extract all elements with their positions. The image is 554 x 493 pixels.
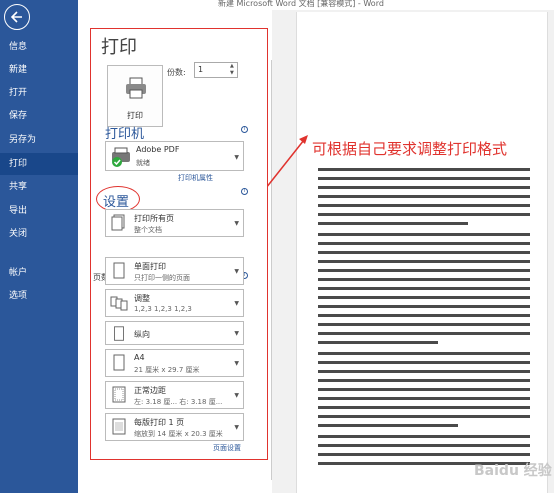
pages-per-sheet-label: 每版打印 1 页	[134, 418, 185, 427]
printer-heading: 打印机	[105, 127, 145, 142]
copies-label: 份数:	[167, 68, 186, 77]
chevron-down-icon: ▼	[234, 392, 239, 399]
paper-size-select[interactable]: A4 21 厘米 x 29.7 厘米 ▼	[105, 349, 244, 377]
collate-icon	[110, 296, 128, 311]
margins-label: 正常边距	[134, 386, 166, 395]
copies-up-icon[interactable]: ▲	[230, 64, 236, 69]
sides-detail: 只打印一侧的页面	[134, 274, 190, 282]
margins-select[interactable]: 正常边距 左: 3.18 厘... 右: 3.18 厘... ▼	[105, 381, 244, 409]
orientation-select[interactable]: 纵向 ▼	[105, 321, 244, 345]
paper-size-detail: 21 厘米 x 29.7 厘米	[134, 366, 200, 374]
chevron-down-icon: ▼	[234, 360, 239, 367]
chevron-down-icon: ▼	[234, 424, 239, 431]
settings-heading: 设置	[103, 195, 130, 210]
margins-icon	[112, 386, 126, 403]
chevron-down-icon: ▼	[234, 154, 239, 161]
printer-properties-link[interactable]: 打印机属性	[178, 173, 213, 183]
print-range-label: 打印所有页	[134, 214, 174, 223]
print-range-select[interactable]: 打印所有页 整个文档 ▼	[105, 209, 244, 237]
sides-label: 单面打印	[134, 262, 166, 271]
pdf-printer-icon	[112, 147, 130, 167]
page-setup-link[interactable]: 页面设置	[213, 443, 241, 453]
printer-info-icon[interactable]: i	[241, 126, 248, 133]
pages-per-sheet-detail: 缩放到 14 厘米 x 20.3 厘米	[134, 430, 223, 438]
chevron-down-icon: ▼	[234, 330, 239, 337]
chevron-down-icon: ▼	[234, 268, 239, 275]
pages-per-sheet-select[interactable]: 每版打印 1 页 缩放到 14 厘米 x 20.3 厘米 ▼	[105, 413, 244, 441]
settings-info-icon[interactable]: i	[241, 188, 248, 195]
print-button-label: 打印	[127, 111, 143, 120]
printer-name: Adobe PDF	[136, 145, 180, 154]
print-range-detail: 整个文档	[134, 226, 162, 234]
paper-size-icon	[113, 354, 125, 371]
chevron-down-icon: ▼	[234, 300, 239, 307]
copies-stepper[interactable]: 1 ▲ ▼	[194, 62, 238, 78]
collate-detail: 1,2,3 1,2,3 1,2,3	[134, 305, 192, 313]
print-button[interactable]: 打印	[107, 65, 163, 127]
collate-label: 调整	[134, 294, 150, 303]
printer-status: 就绪	[136, 159, 150, 167]
copies-value: 1	[198, 65, 204, 74]
copies-down-icon[interactable]: ▼	[230, 71, 236, 76]
sides-select[interactable]: 单面打印 只打印一侧的页面 ▼	[105, 257, 244, 285]
pages-stack-icon	[111, 214, 125, 231]
single-side-icon	[113, 262, 125, 279]
chevron-down-icon: ▼	[234, 220, 239, 227]
printer-select[interactable]: Adobe PDF 就绪 ▼	[105, 141, 244, 171]
collate-select[interactable]: 调整 1,2,3 1,2,3 1,2,3 ▼	[105, 289, 244, 317]
pages-per-sheet-icon	[112, 418, 126, 435]
printer-icon	[126, 77, 146, 99]
watermark-logo: Baidu 经验	[474, 463, 552, 479]
paper-size-label: A4	[134, 353, 145, 362]
orientation-label: 纵向	[134, 330, 150, 339]
annotation-arrow	[265, 135, 308, 189]
margins-detail: 左: 3.18 厘... 右: 3.18 厘...	[134, 398, 223, 406]
page-title: 打印	[101, 37, 137, 58]
portrait-icon	[114, 326, 124, 341]
print-settings-panel: 打印 打印 份数: 1 ▲ ▼ 打印机 i Adobe PDF 就绪 ▼ 打印机…	[90, 28, 268, 460]
